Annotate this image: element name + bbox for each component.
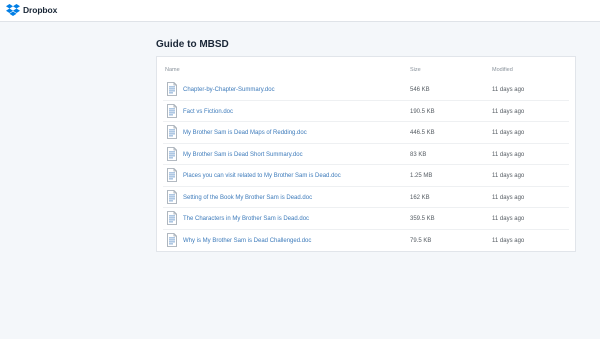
file-row[interactable]: My Brother Sam is Dead Short Summary.doc… [157, 144, 575, 165]
file-name-link[interactable]: Fact vs Fiction.doc [183, 108, 233, 116]
column-header-modified[interactable]: Modified [492, 67, 513, 74]
file-row[interactable]: The Characters in My Brother Sam is Dead… [157, 208, 575, 230]
file-row[interactable]: Chapter-by-Chapter-Summary.doc 546 KB 11 d… [157, 79, 575, 101]
doc-file-icon [167, 146, 177, 161]
file-size: 79.5 KB [410, 237, 432, 244]
file-size: 546 KB [410, 87, 430, 93]
file-modified: 11 days ago [492, 130, 525, 136]
doc-file-icon [167, 82, 177, 96]
file-modified: 11 days ago [492, 151, 525, 158]
doc-file-icon [167, 232, 177, 247]
column-header-size[interactable]: Size [410, 67, 421, 74]
file-modified: 11 days ago [492, 108, 525, 115]
file-size: 446.5 KB [410, 130, 435, 136]
file-modified: 11 days ago [492, 87, 525, 93]
file-size: 190.5 KB [410, 108, 435, 115]
top-bar: Dropbox [0, 0, 600, 22]
file-row[interactable]: Setting of the Book My Brother Sam is De… [157, 187, 575, 208]
column-header-name[interactable]: Name [165, 67, 180, 74]
file-name-link[interactable]: Setting of the Book My Brother Sam is De… [183, 194, 312, 202]
file-row[interactable]: Places you can visit related to My Broth… [157, 165, 575, 187]
file-row[interactable]: Why is My Brother Sam is Dead Challenged… [157, 230, 575, 252]
file-size: 83 KB [410, 151, 427, 158]
dropbox-logo[interactable]: Dropbox [6, 4, 57, 16]
file-size: 1.25 MB [410, 173, 433, 179]
folder-title: Guide to MBSD [156, 39, 229, 50]
file-name-link[interactable]: My Brother Sam is Dead Short Summary.doc [183, 151, 303, 159]
doc-file-icon [167, 125, 177, 139]
file-modified: 11 days ago [492, 194, 525, 201]
doc-file-icon [167, 211, 177, 225]
dropbox-logo-icon [6, 4, 20, 16]
file-row[interactable]: My Brother Sam is Dead Maps of Redding.d… [157, 122, 575, 144]
app-name: Dropbox [23, 5, 58, 15]
file-row[interactable]: Fact vs Fiction.doc 190.5 KB 11 days ago [157, 101, 575, 122]
file-list-panel: Name Size Modified Chapter-by-Chapter-Su… [156, 56, 576, 252]
file-name-link[interactable]: Chapter-by-Chapter-Summary.doc [183, 86, 275, 94]
file-name-link[interactable]: Places you can visit related to My Broth… [183, 172, 341, 180]
file-modified: 11 days ago [492, 216, 525, 222]
file-list-header: Name Size Modified [157, 57, 575, 79]
doc-file-icon [167, 189, 177, 204]
doc-file-icon [167, 103, 177, 118]
file-name-link[interactable]: The Characters in My Brother Sam is Dead… [183, 215, 309, 223]
file-name-link[interactable]: My Brother Sam is Dead Maps of Redding.d… [183, 129, 307, 137]
file-modified: 11 days ago [492, 173, 525, 179]
doc-file-icon [167, 168, 177, 182]
file-modified: 11 days ago [492, 237, 525, 244]
file-size: 162 KB [410, 194, 430, 201]
file-size: 359.5 KB [410, 216, 435, 222]
file-list: Chapter-by-Chapter-Summary.doc 546 KB 11 d… [157, 79, 575, 251]
file-name-link[interactable]: Why is My Brother Sam is Dead Challenged… [183, 237, 311, 245]
